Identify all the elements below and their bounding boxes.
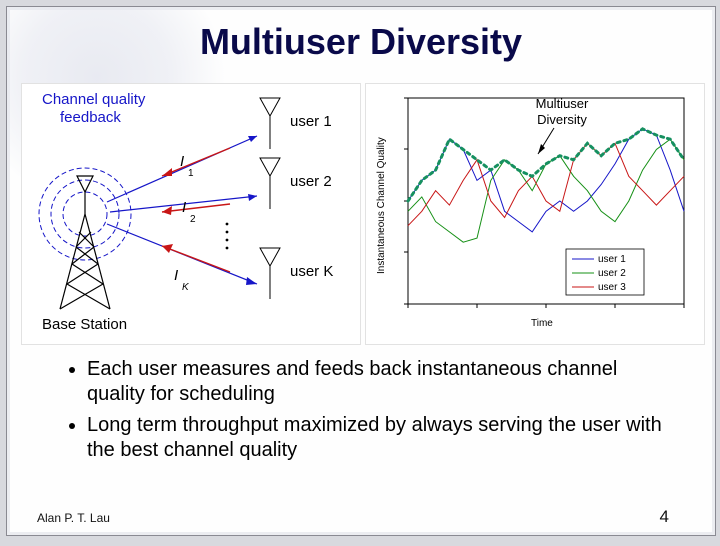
legend: user 1 user 2 user 3 bbox=[566, 249, 644, 295]
left-diagram-panel: Channel quality feedback bbox=[21, 83, 361, 345]
page-number: 4 bbox=[660, 507, 669, 527]
annotation-line1: Multiuser bbox=[536, 96, 589, 111]
series-user-1 bbox=[408, 129, 684, 232]
base-station-icon bbox=[39, 168, 131, 309]
link-label-2: I bbox=[182, 199, 186, 216]
antenna-icon bbox=[260, 98, 280, 149]
series-user-3 bbox=[408, 143, 684, 225]
base-station-label: Base Station bbox=[42, 316, 127, 333]
user-2-label: user 2 bbox=[290, 173, 332, 190]
link-sub-k: K bbox=[182, 282, 190, 293]
author-footer: Alan P. T. Lau bbox=[37, 511, 110, 525]
y-axis-label: Instantaneous Channel Quality bbox=[376, 137, 387, 274]
annotation-arrowhead bbox=[538, 144, 545, 154]
link-sub-1: 1 bbox=[188, 168, 194, 179]
feedback-label-line2: feedback bbox=[60, 109, 121, 126]
right-chart-panel: Instantaneous Channel Quality Time Multi… bbox=[365, 83, 705, 345]
legend-3: user 3 bbox=[598, 282, 626, 293]
antenna-icon bbox=[260, 158, 280, 209]
annotation-line2: Diversity bbox=[537, 112, 587, 127]
link-label-k: I bbox=[174, 267, 178, 284]
bullet-1: Each user measures and feeds back instan… bbox=[87, 357, 671, 407]
user-k-label: user K bbox=[290, 263, 333, 280]
user-1-label: user 1 bbox=[290, 113, 332, 130]
ellipsis-icon bbox=[226, 223, 229, 250]
right-chart-svg: Instantaneous Channel Quality Time Multi… bbox=[366, 84, 704, 342]
figures-row: Channel quality feedback bbox=[21, 83, 703, 345]
x-ticks bbox=[408, 304, 684, 308]
bullet-list: Each user measures and feeds back instan… bbox=[61, 357, 671, 469]
antenna-icon bbox=[260, 248, 280, 299]
feedback-label-line1: Channel quality bbox=[42, 91, 146, 108]
legend-1: user 1 bbox=[598, 254, 626, 265]
slide-title: Multiuser Diversity bbox=[7, 21, 715, 63]
left-diagram-svg: Channel quality feedback bbox=[22, 84, 360, 342]
user-k-group: I K user K bbox=[107, 224, 333, 299]
link-label-1: I bbox=[180, 153, 184, 170]
slide: Multiuser Diversity Channel quality feed… bbox=[6, 6, 716, 536]
user-2-group: I 2 user 2 bbox=[110, 158, 332, 225]
legend-2: user 2 bbox=[598, 268, 626, 279]
bullet-2: Long term throughput maximized by always… bbox=[87, 413, 671, 463]
x-axis-label: Time bbox=[531, 318, 553, 329]
link-sub-2: 2 bbox=[190, 214, 196, 225]
